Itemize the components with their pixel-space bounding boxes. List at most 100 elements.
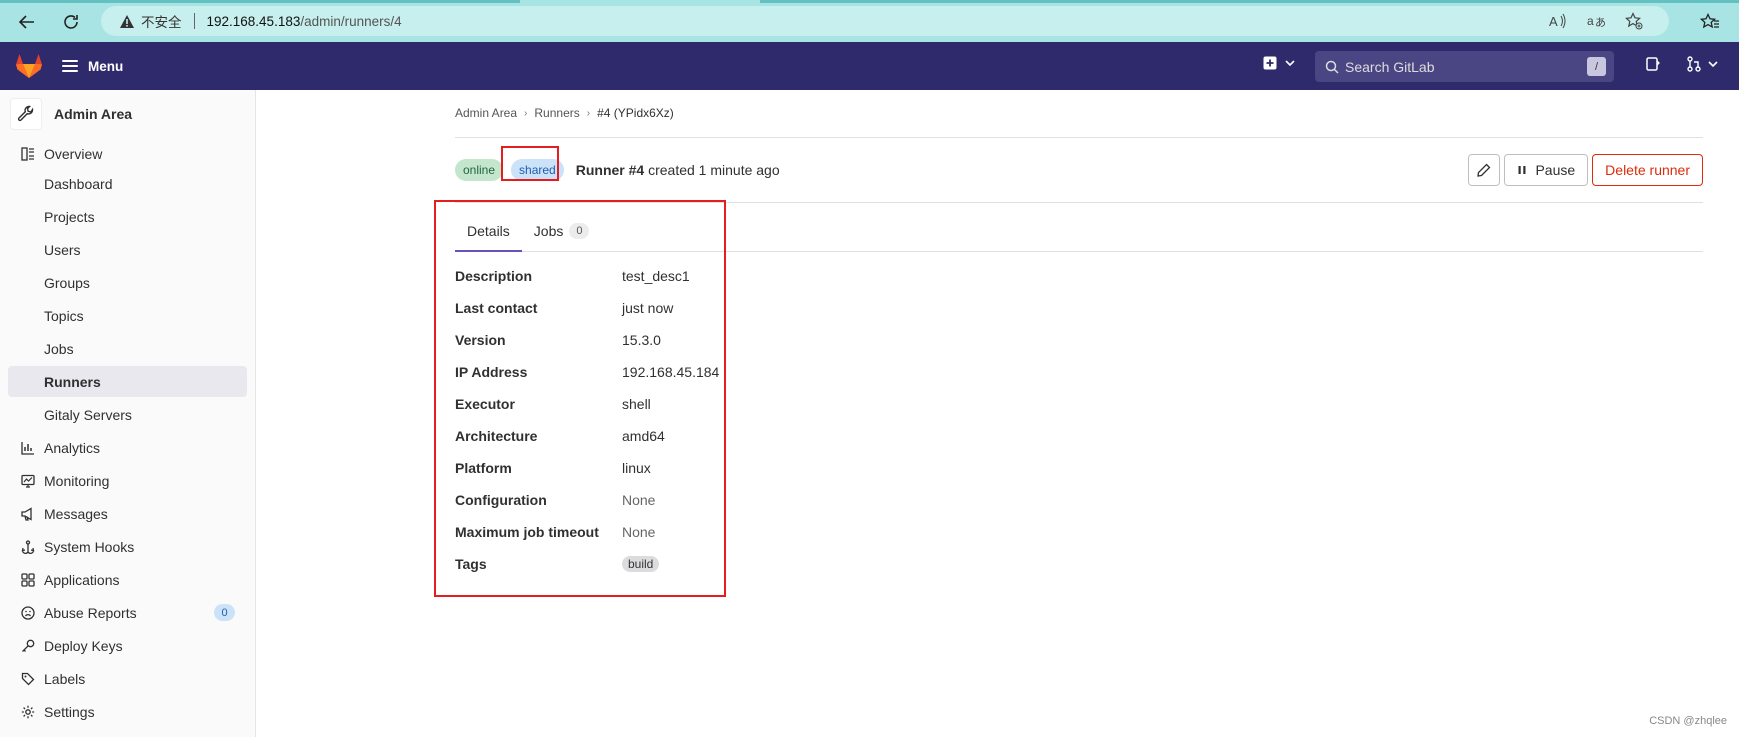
detail-row-ip-address: IP Address 192.168.45.184 [455,362,755,382]
search-input[interactable]: Search GitLab / [1315,51,1614,82]
breadcrumb-runners[interactable]: Runners [534,106,579,120]
settings-icon [20,704,36,720]
refresh-icon[interactable] [58,9,84,35]
detail-row-architecture: Architecture amd64 [455,426,755,446]
sidebar-item-deploy-keys[interactable]: Deploy Keys [8,630,247,661]
favorites-icon[interactable] [1697,9,1723,35]
back-icon[interactable] [14,9,40,35]
sidebar-item-label: Gitaly Servers [44,406,132,423]
runner-actions: Pause Delete runner [1468,154,1703,186]
sidebar-item-label: Analytics [44,439,101,456]
detail-value: 192.168.45.184 [622,364,720,380]
sidebar-item-label: Users [44,241,81,258]
runner-name: Runner #4 [575,162,645,178]
delete-runner-label: Delete runner [1605,162,1690,178]
pause-label: Pause [1535,162,1576,178]
sidebar-item-label: Abuse Reports [44,604,137,621]
sidebar-item-groups[interactable]: Groups [8,267,247,298]
sidebar-item-label: Applications [44,571,120,588]
sidebar-item-label: Labels [44,670,86,687]
insecure-label: 不安全 [141,15,182,30]
detail-row-description: Description test_desc1 [455,266,755,286]
chevron-right-icon: › [524,107,528,119]
sidebar-item-label: Topics [44,307,84,324]
admin-sidebar: Admin Area Overview Dashboard Projects U… [0,90,256,737]
menu-label: Menu [88,58,124,74]
runner-tabs: Details Jobs 0 [455,210,1703,252]
issues-icon[interactable] [1645,56,1661,72]
search-placeholder: Search GitLab [1345,58,1435,75]
breadcrumb-current-runner[interactable]: #4 (YPidx6Xz) [597,106,674,120]
sidebar-item-label: System Hooks [44,538,135,555]
url-path: /admin/runners/4 [300,13,402,29]
sidebar-item-topics[interactable]: Topics [8,300,247,331]
sidebar-item-analytics[interactable]: Analytics [8,432,247,463]
runner-title: Runner #4 created 1 minute ago [576,162,780,178]
sidebar-item-abuse-reports[interactable]: Abuse Reports 0 [8,597,247,628]
menu-button[interactable]: Menu [62,54,123,78]
detail-key: Description [455,268,533,284]
sidebar-item-runners[interactable]: Runners [8,366,247,397]
pause-button[interactable]: Pause [1504,154,1589,186]
tab-jobs[interactable]: Jobs 0 [522,210,602,252]
merge-requests-dropdown[interactable] [1686,56,1718,72]
detail-key: Tags [455,556,487,572]
hamburger-icon [62,60,78,72]
add-favorite-icon[interactable] [1623,10,1645,32]
tab-label: Jobs [533,223,564,239]
gitlab-logo-icon[interactable] [14,51,44,81]
detail-value: amd64 [622,428,665,444]
sidebar-header[interactable]: Admin Area [10,98,132,130]
detail-value: just now [622,300,674,316]
status-badge: online [455,159,504,181]
sidebar-item-label: Messages [44,505,108,522]
address-separator [193,13,195,29]
translate-icon[interactable]: aあ [1585,10,1607,32]
url-host: 192.168.45.183 [206,13,301,29]
jobs-count-badge: 0 [569,223,590,239]
breadcrumb: Admin Area › Runners › #4 (YPidx6Xz) [455,106,674,120]
sidebar-item-label: Runners [44,373,101,390]
merge-request-icon [1687,56,1701,72]
applications-icon [20,572,36,588]
detail-row-executor: Executor shell [455,394,755,414]
sidebar-item-monitoring[interactable]: Monitoring [8,465,247,496]
chevron-right-icon: › [586,107,591,119]
sidebar-item-dashboard[interactable]: Dashboard [8,168,247,199]
new-item-dropdown[interactable] [1263,56,1295,70]
analytics-icon [20,440,36,456]
sidebar-item-system-hooks[interactable]: System Hooks [8,531,247,562]
sidebar-item-messages[interactable]: Messages [8,498,247,529]
sidebar-item-gitaly-servers[interactable]: Gitaly Servers [8,399,247,430]
edit-button[interactable] [1468,154,1501,186]
detail-key: Executor [455,396,515,412]
runner-type-badge: shared [511,159,564,181]
abuse-reports-count-badge: 0 [214,604,235,621]
sidebar-item-applications[interactable]: Applications [8,564,247,595]
sidebar-item-jobs[interactable]: Jobs [8,333,247,364]
sidebar-item-labels[interactable]: Labels [8,663,247,694]
read-aloud-icon[interactable]: A [1547,10,1569,32]
detail-key: Configuration [455,492,547,508]
warning-icon [119,13,135,29]
sidebar-item-label: Groups [44,274,90,291]
tab-details[interactable]: Details [455,210,522,252]
sidebar-item-settings[interactable]: Settings [8,696,247,727]
sidebar-item-users[interactable]: Users [8,234,247,265]
breadcrumb-admin-area[interactable]: Admin Area [455,106,517,120]
runner-tag-badge: build [622,556,660,572]
browser-tab-strip-2 [760,0,1739,3]
search-icon [1325,60,1339,74]
detail-row-max-job-timeout: Maximum job timeout None [455,522,755,542]
address-bar[interactable]: 不安全 192.168.45.183/admin/runners/4 A aあ [101,6,1669,36]
browser-tab-strip [0,0,520,3]
watermark: CSDN @zhqlee [1649,715,1727,727]
chevron-down-icon [1708,61,1718,68]
detail-value: None [622,492,656,508]
svg-text:あ: あ [1595,16,1605,29]
delete-runner-button[interactable]: Delete runner [1592,154,1703,186]
sidebar-item-overview[interactable]: Overview [8,138,247,169]
sidebar-item-projects[interactable]: Projects [8,201,247,232]
sidebar-item-label: Dashboard [44,175,113,192]
search-shortcut-key: / [1587,57,1606,76]
